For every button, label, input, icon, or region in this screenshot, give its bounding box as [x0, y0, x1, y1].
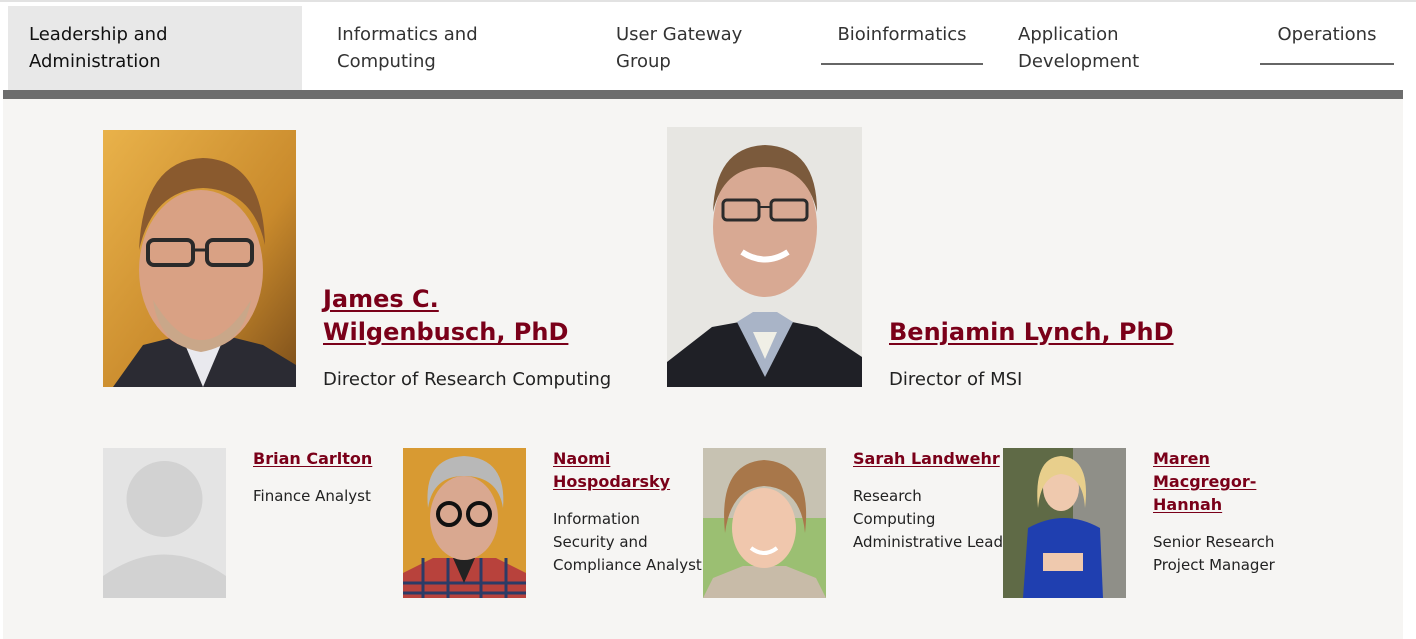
tab-application-development[interactable]: Application Development — [1018, 6, 1178, 90]
staff-photo-hospodarsky — [403, 448, 526, 598]
staff-name-link[interactable]: Naomi Hospodarsky — [553, 447, 673, 493]
leader-name-link[interactable]: Benjamin Lynch, PhD — [889, 316, 1189, 349]
leader-photo-lynch — [667, 127, 862, 387]
tab-informatics[interactable]: Informatics and Computing — [337, 6, 537, 90]
top-border — [0, 0, 1416, 2]
tab-bioinformatics[interactable]: Bioinformatics — [821, 6, 983, 90]
person-silhouette-icon — [103, 448, 226, 598]
leader-photo-wilgenbusch — [103, 130, 296, 387]
staff-photo-macgregor-hannah — [1003, 448, 1126, 598]
tab-content-divider — [3, 90, 1403, 99]
leader-name-link[interactable]: James C. Wilgenbusch, PhD — [323, 283, 603, 349]
staff-title: Senior Research Project Manager — [1153, 533, 1275, 574]
staff-name-link[interactable]: Brian Carlton — [253, 447, 393, 470]
tab-operations[interactable]: Operations — [1260, 6, 1394, 90]
staff-title: Finance Analyst — [253, 487, 371, 505]
tab-underline — [821, 63, 983, 65]
staff-name-link[interactable]: Sarah Landwehr — [853, 447, 1003, 470]
tab-underline — [1260, 63, 1394, 65]
tab-user-gateway[interactable]: User Gateway Group — [616, 6, 776, 90]
leader-title: Director of Research Computing — [323, 369, 612, 390]
leader-title: Director of MSI — [889, 369, 1023, 390]
tab-leadership[interactable]: Leadership and Administration — [8, 6, 302, 90]
staff-title: Research Computing Administrative Lead — [853, 487, 1003, 551]
staff-photo-landwehr — [703, 448, 826, 598]
staff-name-link[interactable]: Maren Macgregor-Hannah — [1153, 447, 1263, 516]
staff-title: Information Security and Compliance Anal… — [553, 510, 702, 574]
